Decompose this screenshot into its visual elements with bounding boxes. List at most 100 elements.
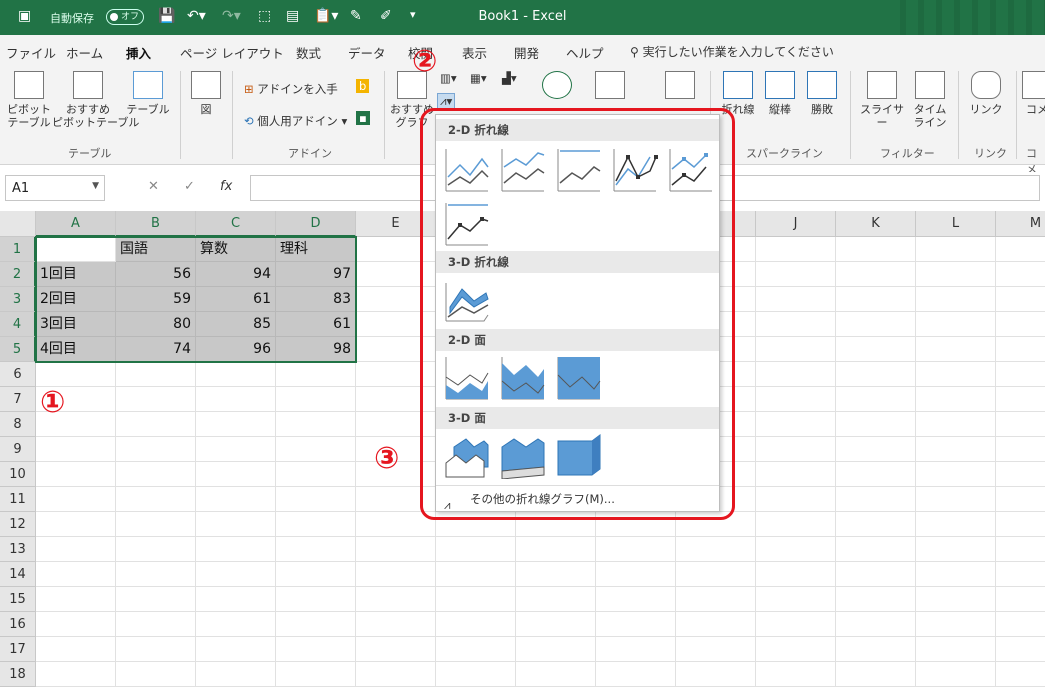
cell-b8[interactable] xyxy=(116,412,196,437)
cell-l6[interactable] xyxy=(916,362,996,387)
cell-e12[interactable] xyxy=(356,512,436,537)
cell-l10[interactable] xyxy=(916,462,996,487)
stacked-line-markers-thumb[interactable] xyxy=(668,147,714,193)
bing-icon[interactable]: b xyxy=(356,79,370,93)
column-header-l[interactable]: L xyxy=(916,211,996,237)
cell-b4[interactable]: 80 xyxy=(116,312,196,337)
cell-a11[interactable] xyxy=(36,487,116,512)
cell-a18[interactable] xyxy=(36,662,116,687)
cell-k10[interactable] xyxy=(836,462,916,487)
recommended-charts-button[interactable]: おすすめ グラフ xyxy=(390,71,434,129)
cell-j6[interactable] xyxy=(756,362,836,387)
cell-j4[interactable] xyxy=(756,312,836,337)
cell-e18[interactable] xyxy=(356,662,436,687)
cell-a9[interactable] xyxy=(36,437,116,462)
column-header-j[interactable]: J xyxy=(756,211,836,237)
cell-j10[interactable] xyxy=(756,462,836,487)
cell-l4[interactable] xyxy=(916,312,996,337)
comment-button[interactable]: コメ xyxy=(1022,71,1045,116)
cell-d9[interactable] xyxy=(276,437,356,462)
cell-i12[interactable] xyxy=(676,512,756,537)
cell-a1[interactable] xyxy=(36,237,116,262)
100-stacked-area-thumb[interactable] xyxy=(556,355,602,401)
cell-d12[interactable] xyxy=(276,512,356,537)
cell-m4[interactable] xyxy=(996,312,1045,337)
cell-a6[interactable] xyxy=(36,362,116,387)
cell-c4[interactable]: 85 xyxy=(196,312,276,337)
cell-c17[interactable] xyxy=(196,637,276,662)
cell-m6[interactable] xyxy=(996,362,1045,387)
maps-button[interactable] xyxy=(540,71,574,103)
cell-m5[interactable] xyxy=(996,337,1045,362)
insert-function-button[interactable]: fx xyxy=(220,179,232,194)
cell-e16[interactable] xyxy=(356,612,436,637)
cell-g18[interactable] xyxy=(516,662,596,687)
cell-a5[interactable]: 4回目 xyxy=(36,337,116,362)
row-header-16[interactable]: 16 xyxy=(0,612,36,637)
cell-i17[interactable] xyxy=(676,637,756,662)
column-chart-icon[interactable]: ▥▾ xyxy=(440,71,457,85)
cell-m13[interactable] xyxy=(996,537,1045,562)
row-header-14[interactable]: 14 xyxy=(0,562,36,587)
column-header-m[interactable]: M xyxy=(996,211,1045,237)
cell-c18[interactable] xyxy=(196,662,276,687)
cell-e1[interactable] xyxy=(356,237,436,262)
cell-f14[interactable] xyxy=(436,562,516,587)
cell-f13[interactable] xyxy=(436,537,516,562)
cell-l7[interactable] xyxy=(916,387,996,412)
cell-k4[interactable] xyxy=(836,312,916,337)
cell-l14[interactable] xyxy=(916,562,996,587)
cell-d1[interactable]: 理科 xyxy=(276,237,356,262)
cell-k1[interactable] xyxy=(836,237,916,262)
cell-l9[interactable] xyxy=(916,437,996,462)
stacked-line-thumb[interactable] xyxy=(500,147,546,193)
cell-b14[interactable] xyxy=(116,562,196,587)
cell-k6[interactable] xyxy=(836,362,916,387)
area-chart-thumb[interactable] xyxy=(444,355,490,401)
cell-m12[interactable] xyxy=(996,512,1045,537)
cell-l5[interactable] xyxy=(916,337,996,362)
cell-c8[interactable] xyxy=(196,412,276,437)
column-header-a[interactable]: A xyxy=(36,211,116,237)
cell-c11[interactable] xyxy=(196,487,276,512)
cell-j1[interactable] xyxy=(756,237,836,262)
cell-m10[interactable] xyxy=(996,462,1045,487)
cell-j15[interactable] xyxy=(756,587,836,612)
cell-k15[interactable] xyxy=(836,587,916,612)
tell-me-search[interactable]: ⚲ 実行したい作業を入力してください xyxy=(630,43,834,60)
cell-m1[interactable] xyxy=(996,237,1045,262)
cell-a14[interactable] xyxy=(36,562,116,587)
row-header-15[interactable]: 15 xyxy=(0,587,36,612)
cell-d6[interactable] xyxy=(276,362,356,387)
tab-home[interactable]: ホーム xyxy=(66,43,103,62)
cell-h16[interactable] xyxy=(596,612,676,637)
cell-a16[interactable] xyxy=(36,612,116,637)
cell-m8[interactable] xyxy=(996,412,1045,437)
100-stacked-line-markers-thumb[interactable] xyxy=(444,201,490,247)
tab-help[interactable]: ヘルプ xyxy=(566,43,604,62)
cell-j7[interactable] xyxy=(756,387,836,412)
cell-k11[interactable] xyxy=(836,487,916,512)
cell-e5[interactable] xyxy=(356,337,436,362)
enter-icon[interactable]: ✓ xyxy=(184,179,195,194)
cell-m16[interactable] xyxy=(996,612,1045,637)
get-addins-button[interactable]: ⊞ アドインを入手 xyxy=(244,81,338,97)
cell-h17[interactable] xyxy=(596,637,676,662)
cell-d16[interactable] xyxy=(276,612,356,637)
cell-e3[interactable] xyxy=(356,287,436,312)
cell-k2[interactable] xyxy=(836,262,916,287)
cell-a13[interactable] xyxy=(36,537,116,562)
cell-i18[interactable] xyxy=(676,662,756,687)
cell-h14[interactable] xyxy=(596,562,676,587)
cell-e17[interactable] xyxy=(356,637,436,662)
line-chart-thumb[interactable] xyxy=(444,147,490,193)
cell-l8[interactable] xyxy=(916,412,996,437)
cell-m11[interactable] xyxy=(996,487,1045,512)
cell-k5[interactable] xyxy=(836,337,916,362)
cell-m18[interactable] xyxy=(996,662,1045,687)
row-header-7[interactable]: 7 xyxy=(0,387,36,412)
cell-m3[interactable] xyxy=(996,287,1045,312)
3d-stacked-area-thumb[interactable] xyxy=(500,433,546,479)
cell-e4[interactable] xyxy=(356,312,436,337)
cell-c6[interactable] xyxy=(196,362,276,387)
